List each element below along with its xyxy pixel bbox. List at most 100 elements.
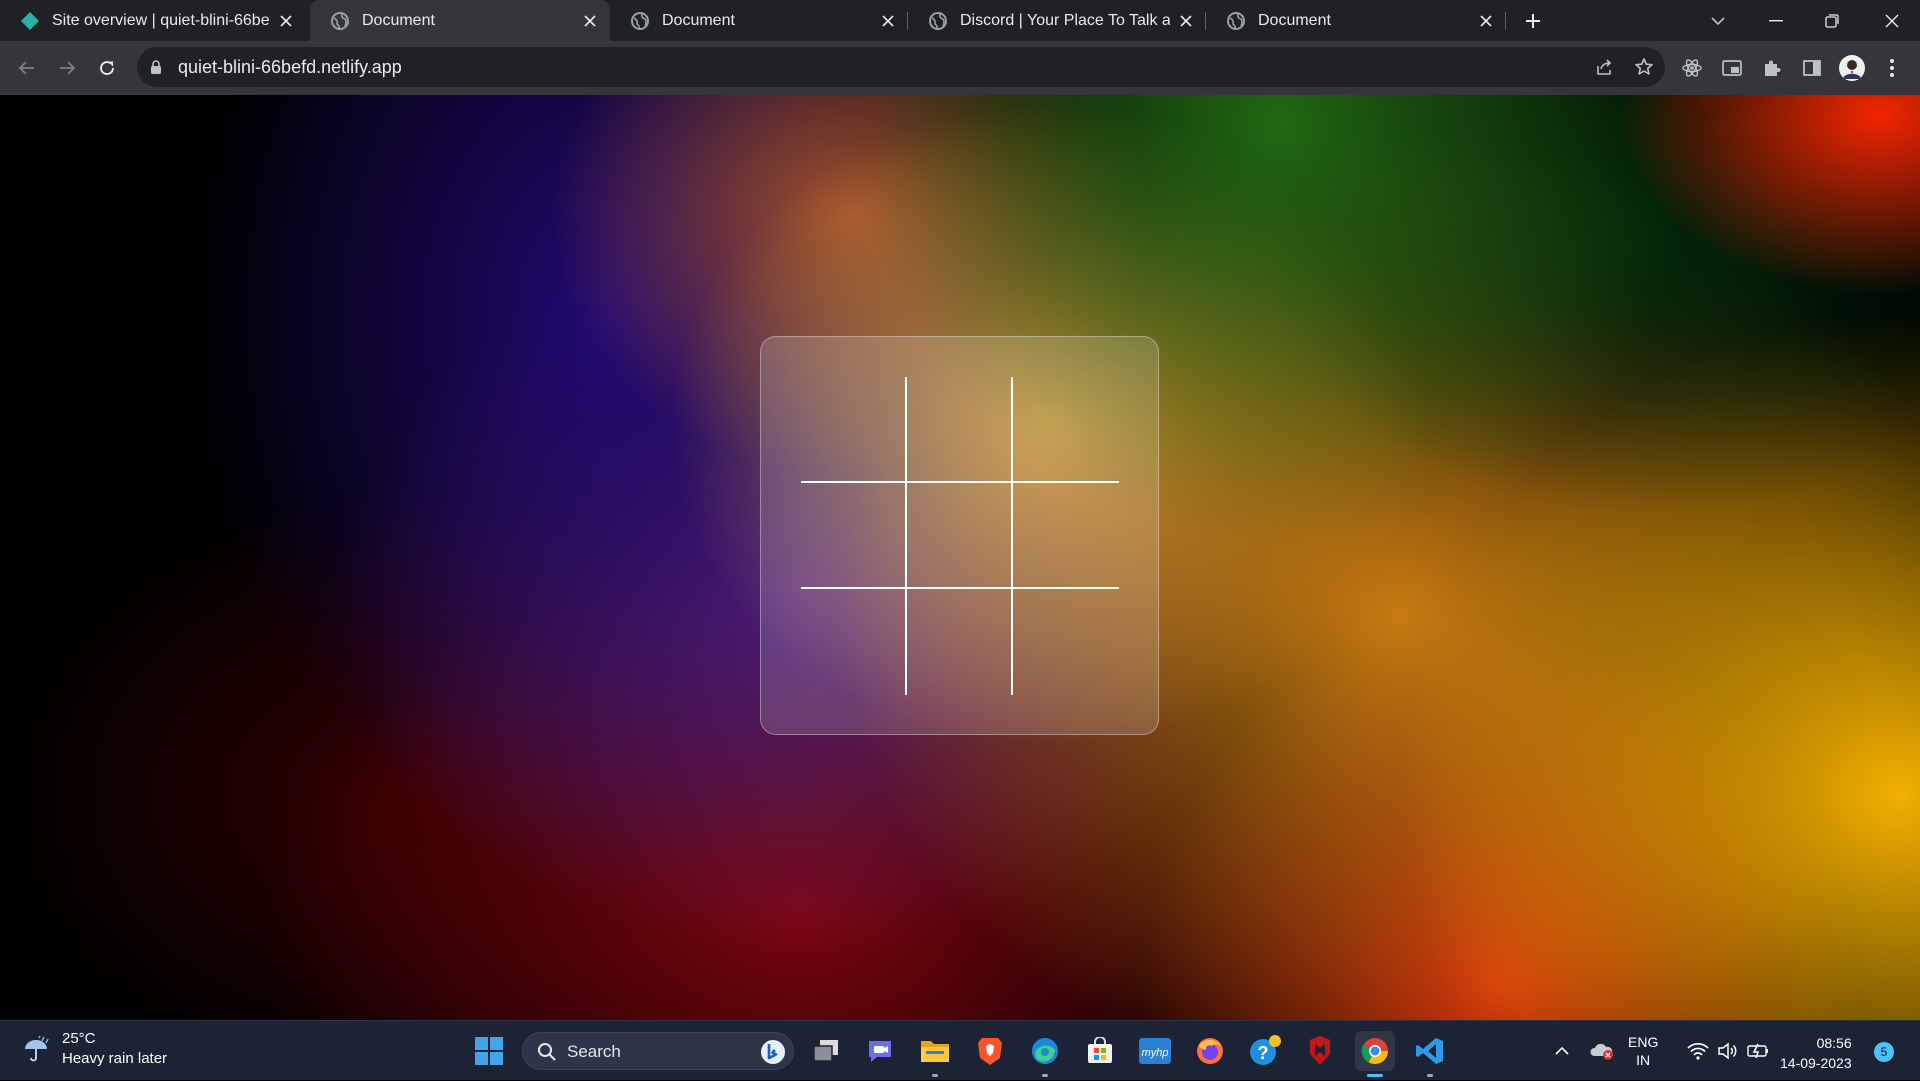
tab-close-icon[interactable]: [1176, 11, 1196, 31]
myhp-icon: myhp: [1139, 1038, 1171, 1064]
atom-icon: [1682, 59, 1702, 77]
tab-close-icon[interactable]: [580, 11, 600, 31]
reload-button[interactable]: [92, 53, 122, 83]
extension-picture-in-picture[interactable]: [1718, 54, 1746, 82]
svg-text:?: ?: [1258, 1043, 1269, 1063]
tab-document-active[interactable]: Document: [310, 0, 610, 41]
board-cell-6[interactable]: [1013, 483, 1119, 589]
profile-button[interactable]: [1838, 54, 1866, 82]
mcafee-button[interactable]: [1300, 1031, 1340, 1071]
forward-button[interactable]: [52, 53, 82, 83]
search-icon: [538, 1043, 556, 1061]
board-cell-8[interactable]: [907, 589, 1013, 695]
cloud-error-icon: [1590, 1043, 1613, 1060]
task-view-icon: [813, 1040, 838, 1062]
board-cell-3[interactable]: [1013, 377, 1119, 483]
firefox-button[interactable]: [1190, 1031, 1230, 1071]
board-cell-7[interactable]: [801, 589, 907, 695]
new-tab-button[interactable]: [1520, 8, 1546, 34]
tab-close-icon[interactable]: [878, 11, 898, 31]
bing-icon[interactable]: [759, 1038, 787, 1066]
running-indicator: [1427, 1074, 1433, 1077]
wifi-status[interactable]: [1684, 1021, 1712, 1081]
teams-chat-icon: [869, 1041, 891, 1062]
brave-button[interactable]: [970, 1031, 1010, 1071]
puzzle-icon: [1765, 60, 1781, 76]
browser-menu-button[interactable]: [1878, 54, 1906, 82]
active-indicator: [1367, 1074, 1383, 1077]
running-indicator: [932, 1074, 938, 1077]
edge-icon: [1032, 1038, 1058, 1064]
tab-title: Discord | Your Place To Talk and Hang Ou…: [960, 11, 1170, 29]
tab-title: Document: [1258, 11, 1331, 29]
edge-button[interactable]: [1025, 1031, 1065, 1077]
page-viewport: [0, 95, 1920, 1020]
tab-document-2[interactable]: Document: [610, 0, 908, 41]
globe-icon: [1227, 11, 1245, 30]
umbrella-rain-icon: [25, 1035, 49, 1062]
start-button[interactable]: [469, 1031, 509, 1071]
restore-button[interactable]: [1804, 0, 1860, 41]
arrow-left-icon: [18, 61, 34, 75]
share-button[interactable]: [1591, 54, 1617, 80]
show-hidden-icons-button[interactable]: [1548, 1021, 1576, 1081]
tab-close-icon[interactable]: [276, 11, 296, 31]
restore-icon: [1825, 13, 1839, 28]
tab-site-overview[interactable]: Site overview | quiet-blini-66befd: [0, 0, 306, 41]
side-panel-button[interactable]: [1798, 54, 1826, 82]
minimize-button[interactable]: [1748, 0, 1804, 41]
microsoft-store-button[interactable]: [1080, 1031, 1120, 1071]
reload-icon: [100, 61, 114, 75]
file-explorer-icon: [921, 1041, 949, 1062]
mcafee-icon: [1310, 1036, 1330, 1065]
address-bar[interactable]: quiet-blini-66befd.netlify.app: [137, 47, 1665, 87]
board-cell-5[interactable]: [907, 483, 1013, 589]
task-view-button[interactable]: [806, 1031, 846, 1071]
tab-title: Site overview | quiet-blini-66befd: [52, 11, 270, 29]
vscode-button[interactable]: [1410, 1031, 1450, 1077]
tab-strip: Site overview | quiet-blini-66befd Docum…: [0, 0, 1920, 41]
firefox-icon: [1197, 1038, 1223, 1064]
system-clock[interactable]: 08:56 14-09-2023: [1780, 1033, 1852, 1073]
url-text[interactable]: quiet-blini-66befd.netlify.app: [178, 57, 402, 78]
weather-widget[interactable]: 25°C Heavy rain later: [22, 1029, 167, 1069]
plus-icon: [1526, 14, 1540, 28]
volume-status[interactable]: [1714, 1021, 1742, 1081]
onedrive-status[interactable]: [1586, 1021, 1618, 1081]
bookmark-button[interactable]: [1631, 54, 1657, 80]
vscode-icon: [1416, 1038, 1443, 1064]
game-card: [760, 336, 1159, 735]
globe-icon: [631, 11, 649, 30]
clock-time: 08:56: [1816, 1035, 1852, 1051]
myhp-button[interactable]: myhp: [1135, 1031, 1175, 1071]
board-cell-4[interactable]: [801, 483, 907, 589]
tab-search-button[interactable]: [1690, 0, 1746, 41]
board-cell-9[interactable]: [1013, 589, 1119, 695]
share-icon: [1597, 59, 1612, 75]
tab-discord[interactable]: Discord | Your Place To Talk and Hang Ou…: [908, 0, 1206, 41]
taskbar-search-box[interactable]: Search: [522, 1032, 794, 1070]
back-button[interactable]: [12, 53, 42, 83]
lock-icon: [151, 60, 161, 74]
get-help-button[interactable]: ?: [1245, 1031, 1285, 1071]
input-language-indicator[interactable]: ENG IN: [1628, 1033, 1658, 1069]
avatar: [1839, 55, 1865, 81]
extension-react-devtools[interactable]: [1678, 54, 1706, 82]
tab-document-3[interactable]: Document: [1206, 0, 1506, 41]
board-cell-1[interactable]: [801, 377, 907, 483]
arrow-right-icon: [60, 61, 76, 75]
tab-close-icon[interactable]: [1476, 11, 1496, 31]
battery-status[interactable]: [1744, 1021, 1772, 1081]
language-code: ENG: [1628, 1034, 1659, 1050]
teams-chat-button[interactable]: [860, 1031, 900, 1071]
weather-description: Heavy rain later: [62, 1050, 168, 1067]
chrome-button[interactable]: [1355, 1031, 1395, 1077]
microsoft-store-icon: [1088, 1037, 1112, 1063]
pip-icon: [1722, 60, 1742, 76]
board-cell-2[interactable]: [907, 377, 1013, 483]
extensions-button[interactable]: [1758, 54, 1786, 82]
tab-title: Document: [662, 11, 735, 29]
file-explorer-button[interactable]: [915, 1031, 955, 1077]
notification-badge[interactable]: 5: [1874, 1042, 1894, 1062]
close-window-button[interactable]: [1864, 0, 1920, 41]
